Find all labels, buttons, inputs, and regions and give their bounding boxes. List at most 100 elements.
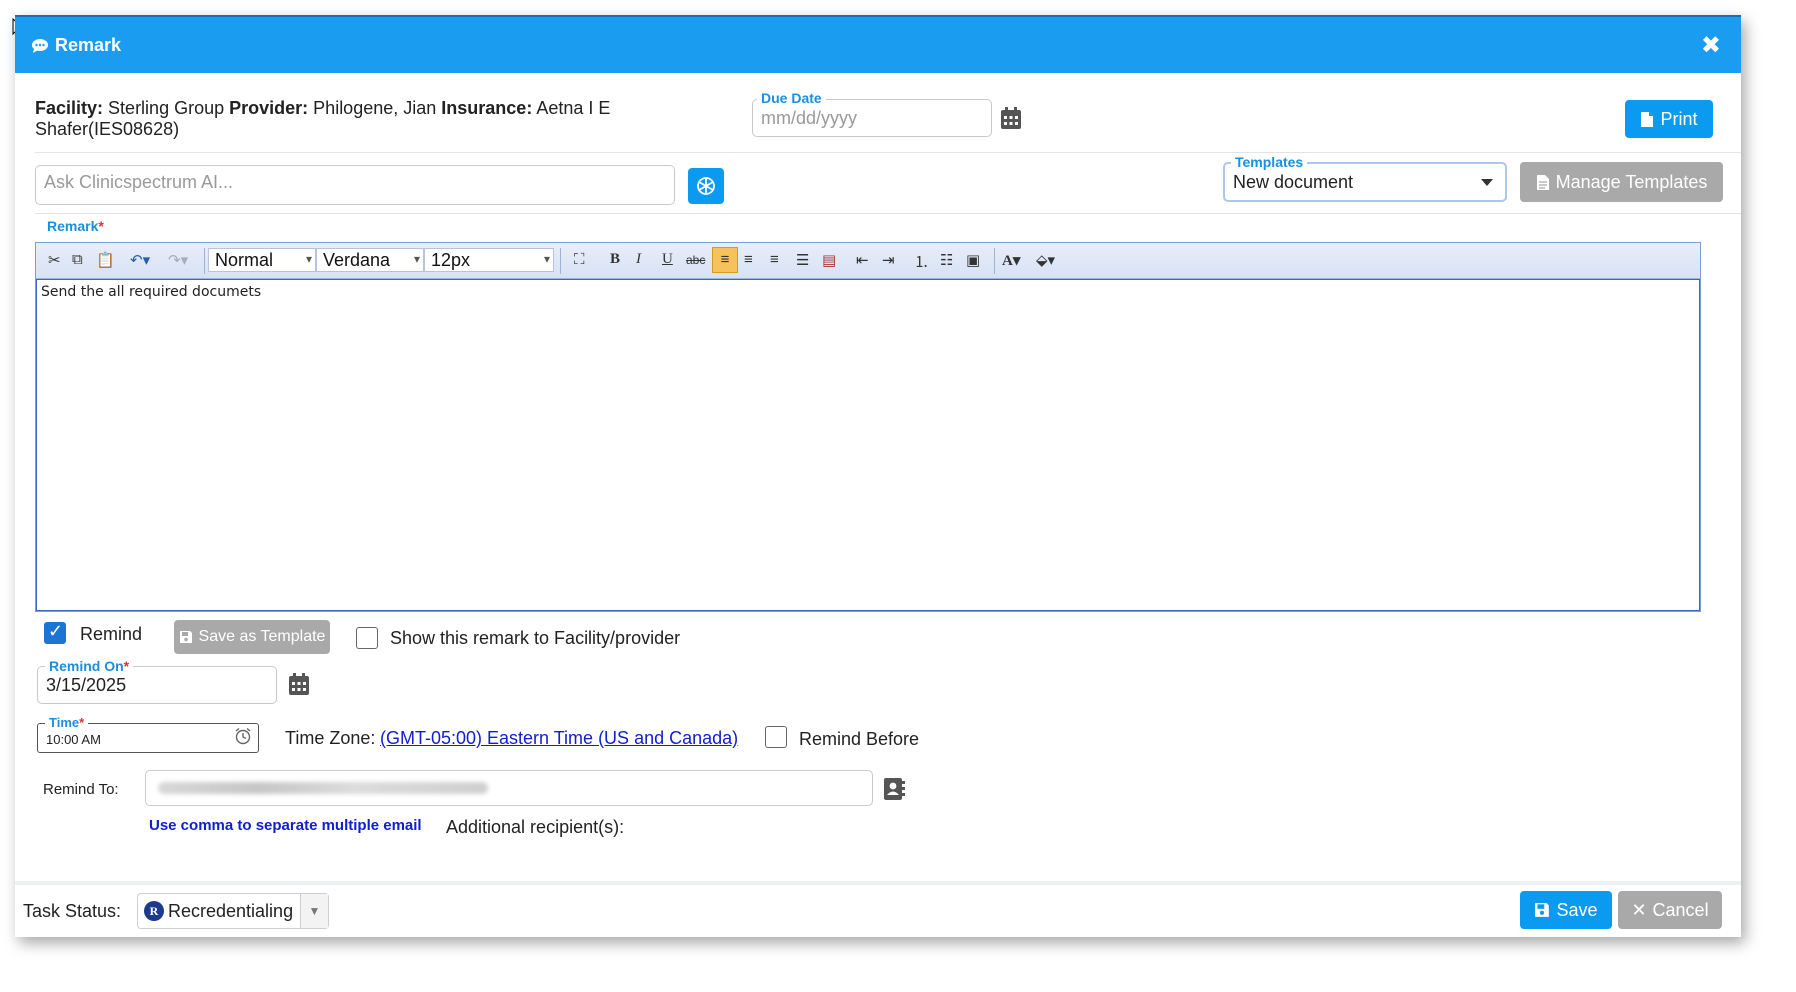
insert-image-icon[interactable]: ▣ [966, 251, 980, 269]
divider [35, 152, 1741, 153]
address-book-icon[interactable] [882, 777, 906, 801]
calendar-icon[interactable] [288, 672, 310, 696]
provider-value: Philogene, Jian [313, 98, 437, 118]
save-button[interactable]: Save [1520, 891, 1612, 929]
cancel-button[interactable]: ✕ Cancel [1618, 891, 1722, 929]
document-icon [1536, 174, 1549, 190]
ask-ai-input[interactable]: Ask Clinicspectrum AI... [35, 165, 675, 205]
ai-button[interactable] [688, 168, 724, 204]
show-remark-checkbox[interactable] [356, 627, 378, 649]
remark-label-text: Remark [47, 218, 99, 234]
align-center-icon[interactable]: ≡ [744, 251, 753, 268]
rich-text-editor: ✂ ⧉ 📋 ↶▾ ↷▾ Normal Verdana 12px ⛶ B I U … [35, 242, 1701, 612]
font-select[interactable]: Verdana [316, 248, 424, 272]
divider [35, 213, 1741, 214]
remind-before-label: Remind Before [799, 729, 920, 749]
font-color-letter: A [1002, 253, 1013, 269]
ordered-list-icon[interactable]: ⒈ [914, 251, 929, 272]
close-icon[interactable]: ✖ [1701, 31, 1721, 60]
insurance-label: Insurance: [441, 98, 533, 118]
time-label-text: Time [49, 715, 80, 730]
provider-label: Provider: [229, 98, 309, 118]
redacted-email [158, 782, 488, 794]
alarm-clock-icon[interactable] [234, 727, 252, 745]
additional-recipients-label: Additional recipient(s): [446, 817, 625, 837]
chevron-down-icon [1481, 179, 1493, 186]
close-icon: ✕ [1631, 899, 1647, 920]
remind-label: Remind [80, 624, 143, 644]
required-mark: * [79, 715, 85, 730]
dialog-title: Remark [31, 35, 121, 56]
task-status-label: Task Status: [23, 901, 122, 921]
show-remark-label: Show this remark to Facility/provider [390, 628, 681, 648]
remind-on-label-text: Remind On [49, 658, 124, 674]
save-as-template-button[interactable]: Save as Template [174, 620, 330, 654]
manage-templates-label: Manage Templates [1555, 171, 1708, 192]
remind-to-hint: Use comma to separate multiple email [149, 817, 422, 834]
remind-checkbox[interactable] [44, 621, 66, 644]
remind-on-label: Remind On* [45, 658, 134, 674]
calendar-icon[interactable] [1000, 106, 1022, 130]
manage-templates-button[interactable]: Manage Templates [1520, 162, 1723, 202]
remind-to-email-input[interactable] [145, 770, 873, 806]
time-label: Time* [45, 715, 89, 730]
comment-icon [32, 38, 48, 53]
save-label: Save [1556, 899, 1598, 920]
fullscreen-icon[interactable]: ⛶ [574, 251, 585, 268]
copy-icon[interactable]: ⧉ [72, 251, 83, 268]
font-size-select[interactable]: 12px [424, 248, 554, 272]
footer-divider [15, 881, 1741, 885]
status-badge: R [144, 901, 164, 921]
facility-value: Sterling Group [108, 98, 225, 118]
dialog-title-text: Remark [55, 35, 122, 55]
templates-selected: New document [1233, 171, 1354, 192]
editor-toolbar: ✂ ⧉ 📋 ↶▾ ↷▾ Normal Verdana 12px ⛶ B I U … [36, 243, 1700, 279]
toolbar-separator [994, 248, 995, 274]
task-status-select[interactable]: R Recredentialing ▼ [137, 893, 329, 929]
toolbar-separator [560, 248, 561, 274]
dialog-titlebar: Remark ✖ [15, 15, 1741, 73]
facility-label: Facility: [35, 98, 104, 118]
redo-icon[interactable]: ↷▾ [168, 251, 188, 269]
timezone-label: Time Zone: [285, 728, 376, 748]
remind-before-checkbox[interactable] [765, 726, 787, 748]
floppy-disk-icon [1535, 903, 1550, 917]
align-justify-icon[interactable]: ☰ [796, 251, 809, 269]
paste-icon[interactable]: 📋 [96, 251, 115, 269]
strikethrough-icon[interactable]: abc [686, 253, 705, 267]
document-icon [1641, 111, 1654, 127]
undo-icon[interactable]: ↶▾ [130, 251, 150, 269]
templates-label: Templates [1231, 154, 1308, 170]
due-date-label: Due Date [757, 90, 826, 106]
save-as-template-label: Save as Template [198, 628, 326, 645]
indent-icon[interactable]: ⇥ [882, 251, 895, 269]
required-mark: * [98, 218, 104, 234]
align-right-icon[interactable]: ≡ [770, 251, 779, 268]
remind-to-label: Remind To: [43, 781, 119, 798]
unordered-list-icon[interactable]: ☷ [940, 251, 953, 269]
bold-icon[interactable]: B [610, 251, 620, 268]
outdent-icon[interactable]: ⇤ [856, 251, 869, 269]
floppy-disk-icon [179, 631, 192, 643]
case-info: Facility: Sterling Group Provider: Philo… [35, 98, 655, 140]
required-mark: * [123, 658, 130, 674]
font-color-icon[interactable]: A▾ [1002, 251, 1020, 270]
align-left-icon[interactable]: ≡ [712, 247, 738, 273]
cut-icon[interactable]: ✂ [48, 251, 61, 269]
underline-icon[interactable]: U [662, 251, 673, 268]
print-label: Print [1660, 108, 1698, 129]
ai-logo-icon [697, 177, 715, 195]
highlight-color-icon[interactable]: ⬙▾ [1036, 251, 1055, 269]
toolbar-separator [204, 248, 205, 274]
print-button[interactable]: Print [1625, 100, 1713, 138]
chevron-down-icon: ▼ [300, 894, 328, 928]
cancel-label: Cancel [1652, 899, 1709, 920]
remark-editor-body[interactable]: Send the all required documets [36, 279, 1700, 611]
remark-dialog: Remark ✖ Facility: Sterling Group Provid… [15, 15, 1741, 937]
clear-format-icon[interactable]: ▤ [822, 251, 836, 269]
task-status-value: Recredentialing [168, 900, 294, 921]
italic-icon[interactable]: I [636, 251, 641, 268]
remark-label: Remark* [43, 218, 108, 234]
format-select[interactable]: Normal [208, 248, 316, 272]
timezone-link[interactable]: (GMT-05:00) Eastern Time (US and Canada) [380, 728, 738, 749]
